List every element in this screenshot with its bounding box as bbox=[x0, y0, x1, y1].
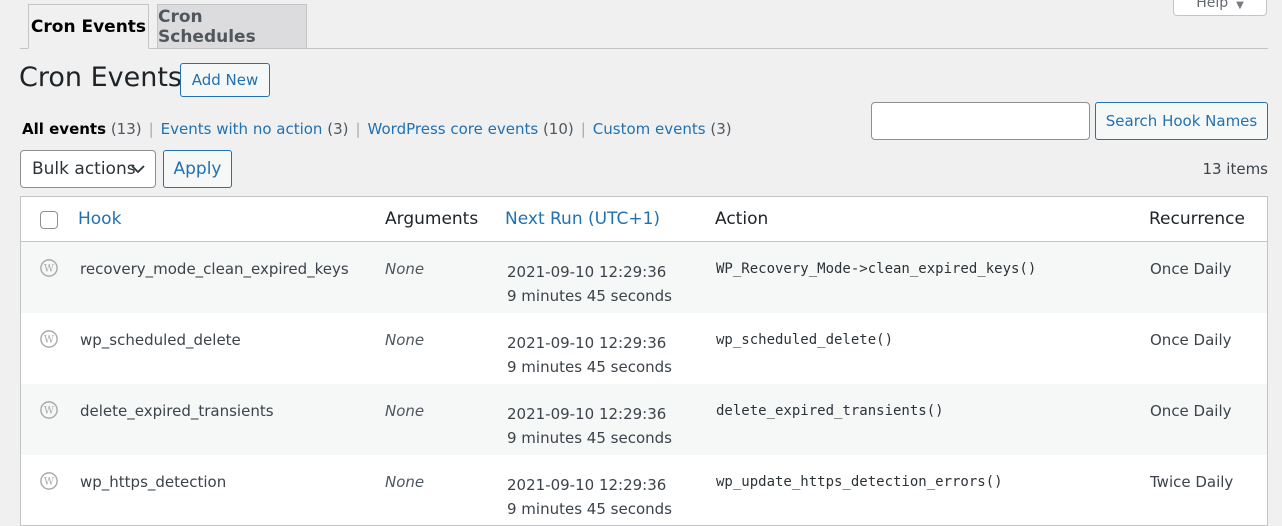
table-row[interactable]: W wp_https_detection None 2021-09-10 12:… bbox=[21, 455, 1267, 525]
help-tab[interactable]: Help ▼ bbox=[1173, 0, 1267, 16]
wordpress-icon: W bbox=[40, 259, 58, 277]
next-run: 2021-09-10 12:29:36 9 minutes 45 seconds bbox=[507, 476, 672, 518]
search-input[interactable] bbox=[871, 102, 1090, 140]
hook-name: recovery_mode_clean_expired_keys bbox=[80, 260, 349, 278]
recurrence: Once Daily bbox=[1150, 402, 1232, 420]
next-run: 2021-09-10 12:29:36 9 minutes 45 seconds bbox=[507, 405, 672, 447]
chevron-down-icon bbox=[131, 165, 145, 174]
filter-separator: | bbox=[355, 120, 361, 138]
bulk-actions-label: Bulk actions bbox=[32, 159, 136, 179]
next-run: 2021-09-10 12:29:36 9 minutes 45 seconds bbox=[507, 263, 672, 305]
cron-events-table: Hook Arguments Next Run (UTC+1) Action R… bbox=[20, 196, 1268, 526]
apply-button[interactable]: Apply bbox=[163, 150, 232, 188]
event-filters: All events (13) | Events with no action … bbox=[22, 120, 732, 138]
arguments: None bbox=[385, 402, 425, 420]
hook-name: wp_https_detection bbox=[80, 473, 227, 491]
action: wp_scheduled_delete() bbox=[716, 332, 894, 348]
hook-name: wp_scheduled_delete bbox=[80, 331, 241, 349]
wordpress-icon: W bbox=[40, 472, 58, 490]
column-arguments: Arguments bbox=[385, 209, 479, 229]
action: WP_Recovery_Mode->clean_expired_keys() bbox=[716, 261, 1037, 277]
search-hook-names-button[interactable]: Search Hook Names bbox=[1095, 102, 1268, 140]
table-row[interactable]: W wp_scheduled_delete None 2021-09-10 12… bbox=[21, 313, 1267, 384]
svg-text:W: W bbox=[44, 264, 55, 275]
action: delete_expired_transients() bbox=[716, 403, 944, 419]
next-run: 2021-09-10 12:29:36 9 minutes 45 seconds bbox=[507, 334, 672, 376]
filter-separator: | bbox=[148, 120, 154, 138]
filter-all-events[interactable]: All events (13) bbox=[22, 120, 142, 138]
filter-separator: | bbox=[580, 120, 586, 138]
bulk-actions-select[interactable]: Bulk actions bbox=[20, 150, 156, 188]
items-count: 13 items bbox=[1202, 160, 1268, 178]
wordpress-icon: W bbox=[40, 401, 58, 419]
filter-no-action[interactable]: Events with no action (3) bbox=[161, 120, 349, 138]
column-recurrence: Recurrence bbox=[1149, 209, 1245, 229]
table-row[interactable]: W recovery_mode_clean_expired_keys None … bbox=[21, 242, 1267, 313]
wordpress-icon: W bbox=[40, 330, 58, 348]
column-hook[interactable]: Hook bbox=[78, 209, 121, 229]
filter-core-events[interactable]: WordPress core events (10) bbox=[368, 120, 574, 138]
arguments: None bbox=[385, 331, 425, 349]
select-all-checkbox[interactable] bbox=[40, 211, 58, 229]
table-header: Hook Arguments Next Run (UTC+1) Action R… bbox=[21, 197, 1267, 242]
recurrence: Twice Daily bbox=[1150, 473, 1234, 491]
arguments: None bbox=[385, 260, 425, 278]
tab-cron-schedules[interactable]: Cron Schedules bbox=[157, 4, 307, 49]
recurrence: Once Daily bbox=[1150, 260, 1232, 278]
column-next-run[interactable]: Next Run (UTC+1) bbox=[505, 209, 660, 229]
action: wp_update_https_detection_errors() bbox=[716, 474, 1003, 490]
hook-name: delete_expired_transients bbox=[80, 402, 274, 420]
filter-custom-events[interactable]: Custom events (3) bbox=[593, 120, 732, 138]
svg-text:W: W bbox=[44, 406, 55, 417]
chevron-down-icon: ▼ bbox=[1236, 0, 1244, 11]
help-label: Help bbox=[1196, 0, 1229, 11]
svg-text:W: W bbox=[44, 477, 55, 488]
table-row[interactable]: W delete_expired_transients None 2021-09… bbox=[21, 384, 1267, 455]
arguments: None bbox=[385, 473, 425, 491]
tab-cron-events[interactable]: Cron Events bbox=[28, 4, 149, 49]
svg-text:W: W bbox=[44, 335, 55, 346]
column-action: Action bbox=[715, 209, 769, 229]
recurrence: Once Daily bbox=[1150, 331, 1232, 349]
page-title: Cron Events bbox=[19, 62, 182, 93]
add-new-button[interactable]: Add New bbox=[180, 63, 270, 97]
